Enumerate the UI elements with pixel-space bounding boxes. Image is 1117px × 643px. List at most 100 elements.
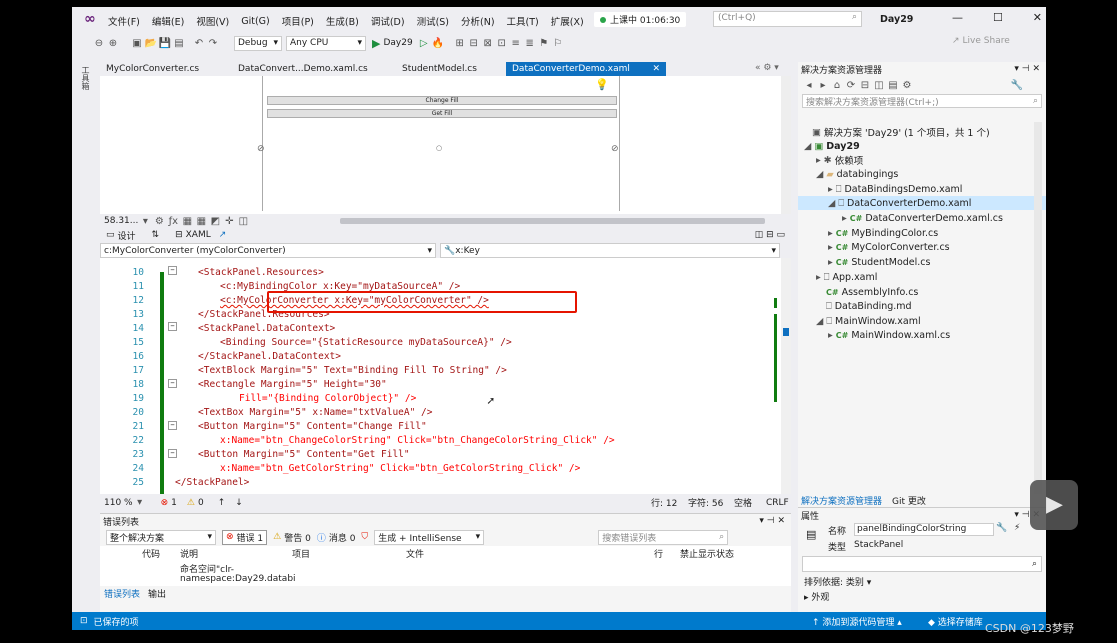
property-search-input[interactable]: ⌕ — [802, 556, 1042, 572]
maximize-icon[interactable]: ☐ — [993, 11, 1003, 24]
menu-test[interactable]: 测试(S) — [417, 14, 449, 28]
tree-item[interactable]: ▸ C# StudentModel.cs — [828, 255, 930, 269]
open-icon[interactable]: 📂 — [144, 36, 158, 50]
add-source-control-button[interactable]: ↑ 添加到源代码管理 ▴ — [812, 615, 902, 628]
bookmark-icon[interactable]: ⚐ — [551, 36, 565, 50]
popout-icon[interactable]: ↗ — [219, 230, 227, 240]
editor-zoom[interactable]: 110 % — [104, 498, 133, 508]
minimize-icon[interactable]: — — [952, 11, 963, 24]
collapse-icon[interactable]: − — [168, 449, 177, 458]
tab-dataconverter-cs[interactable]: DataConvert...Demo.xaml.cs — [232, 62, 396, 76]
tree-solution-root[interactable]: ▣ 解决方案 'Day29' (1 个项目，共 1 个) — [812, 125, 990, 140]
menu-project[interactable]: 项目(P) — [282, 14, 314, 28]
pending-icon[interactable]: ◫ — [872, 78, 886, 92]
back-icon[interactable]: ⊖ — [92, 36, 106, 50]
col-project[interactable]: 项目 — [292, 547, 310, 560]
solution-search-input[interactable]: 搜索解决方案资源管理器(Ctrl+;) ⌕ — [802, 94, 1042, 108]
tool-icon[interactable]: ≡ — [509, 36, 523, 50]
save-icon[interactable]: 💾 — [158, 36, 172, 50]
wrench-icon[interactable]: 🔧 — [996, 523, 1007, 533]
panel-controls-icon[interactable]: ▾ ⊣ ✕ — [1014, 64, 1040, 74]
search-input[interactable]: (Ctrl+Q) ⌕ — [713, 11, 862, 27]
tree-item-selected[interactable]: ◢ ⎕ DataConverterDemo.xaml — [798, 196, 1046, 210]
video-play-button[interactable]: ▶ — [1030, 480, 1078, 530]
toolbox-tab[interactable]: 工具箱 — [80, 66, 91, 90]
col-file[interactable]: 文件 — [406, 547, 424, 560]
menu-debug[interactable]: 调试(D) — [371, 14, 405, 28]
tab-mycolorconverter[interactable]: MyColorConverter.cs — [100, 62, 232, 76]
tab-dataconverterdemo-xaml[interactable]: DataConverterDemo.xaml ✕ — [506, 62, 666, 76]
tree-item[interactable]: ▸ ⎕ DataBindingsDemo.xaml — [828, 182, 962, 196]
table-row[interactable]: 命名空间"clr- namespace:Day29.databi — [100, 560, 791, 586]
sync-icon[interactable]: ⟳ — [844, 78, 858, 92]
col-line[interactable]: 行 — [654, 547, 663, 560]
designer-hscrollbar[interactable] — [340, 218, 765, 224]
snap-icon[interactable]: ◩ — [208, 214, 222, 228]
tree-item[interactable]: ▸ C# MyBindingColor.cs — [828, 226, 938, 240]
collapse-icon[interactable]: − — [168, 421, 177, 430]
collapse-icon[interactable]: − — [168, 266, 177, 275]
bookmark-icon[interactable]: ⚑ — [537, 36, 551, 50]
menu-git[interactable]: Git(G) — [241, 16, 270, 27]
close-icon[interactable]: ✕ — [1033, 11, 1042, 24]
tree-item[interactable]: C# AssemblyInfo.cs — [826, 285, 918, 299]
anchor-icon[interactable]: ○ — [436, 144, 442, 152]
save-all-icon[interactable]: ▤ — [172, 36, 186, 50]
hot-reload-icon[interactable]: 🔥 — [431, 36, 445, 50]
anchor-icon[interactable]: ⊘ — [611, 144, 619, 154]
grid-icon[interactable]: ▦ — [180, 214, 194, 228]
tree-item[interactable]: ▸ ⎕ App.xaml — [816, 270, 877, 284]
menu-edit[interactable]: 编辑(E) — [152, 14, 184, 28]
tool-icon[interactable]: ⊡ — [495, 36, 509, 50]
tab-git-changes[interactable]: Git 更改 — [892, 494, 926, 507]
tool-icon[interactable]: ⊞ — [453, 36, 467, 50]
redo-icon[interactable]: ↷ — [206, 36, 220, 50]
menu-analyze[interactable]: 分析(N) — [461, 14, 495, 28]
collapse-icon[interactable]: − — [168, 322, 177, 331]
collapse-all-icon[interactable]: ⊟ — [858, 78, 872, 92]
col-desc[interactable]: 说明 — [180, 547, 198, 560]
tool-icon[interactable]: ⊟ — [467, 36, 481, 50]
solution-scrollbar[interactable] — [1034, 122, 1042, 494]
warning-icon[interactable]: ⚠ — [187, 498, 195, 508]
lightning-icon[interactable]: ⚡ — [1014, 523, 1020, 533]
config-select[interactable]: Debug ▾ — [234, 35, 282, 51]
scope-select[interactable]: 整个解决方案 ▾ — [106, 529, 216, 545]
error-icon[interactable]: ⊗ — [161, 498, 169, 508]
tree-item[interactable]: ⎕ DataBinding.md — [826, 299, 912, 313]
menu-file[interactable]: 文件(F) — [108, 14, 140, 28]
tree-item[interactable]: ▸ C# MainWindow.xaml.cs — [828, 328, 950, 342]
code-vscrollbar[interactable] — [781, 258, 791, 494]
member-dropdown[interactable]: 🔧 x:Key ▾ — [440, 243, 780, 258]
menu-view[interactable]: 视图(V) — [196, 14, 229, 28]
build-select[interactable]: 生成 + IntelliSense ▾ — [374, 529, 485, 545]
type-dropdown[interactable]: c:MyColorConverter (myColorConverter) ▾ — [100, 243, 436, 258]
lightbulb-icon[interactable]: 💡 — [595, 78, 609, 91]
errors-filter[interactable]: ⊗ 错误 1 — [222, 529, 268, 545]
anchor-icon[interactable]: ⊘ — [257, 144, 265, 154]
col-suppress[interactable]: 禁止显示状态 — [680, 547, 734, 560]
menu-build[interactable]: 生成(B) — [326, 14, 359, 28]
snap-icon[interactable]: ✛ — [222, 214, 236, 228]
grid-icon[interactable]: ▦ — [194, 214, 208, 228]
home-icon[interactable]: ⌂ — [830, 78, 844, 92]
xaml-tab[interactable]: ⊟ XAML — [175, 230, 211, 240]
select-repo-button[interactable]: ◆ 选择存储库 — [928, 615, 983, 628]
undo-icon[interactable]: ↶ — [192, 36, 206, 50]
tab-solution-explorer[interactable]: 解决方案资源管理器 — [801, 494, 882, 507]
designer-button-get[interactable]: Get Fill — [267, 109, 617, 118]
wrench-icon[interactable]: 🔧 — [1010, 78, 1024, 92]
fx-icon[interactable]: ƒx — [166, 214, 180, 228]
forward-icon[interactable]: ▸ — [816, 78, 830, 92]
scroll-thumb[interactable] — [783, 328, 789, 336]
menu-extensions[interactable]: 扩展(X) — [551, 14, 584, 28]
nav-up-icon[interactable]: ↑ — [218, 498, 226, 508]
name-field[interactable]: panelBindingColorString — [854, 523, 994, 536]
designer-scrollbar[interactable] — [781, 76, 791, 214]
nav-down-icon[interactable]: ↓ — [235, 498, 243, 508]
chevron-down-icon[interactable]: ▾ — [133, 496, 147, 510]
code-editor[interactable]: − − − − − 10 <StackPanel.Resources> 11 <… — [100, 258, 791, 494]
split-layout-icon[interactable]: ◫ ⊟ ▭ — [755, 230, 785, 240]
new-project-icon[interactable]: ▣ — [130, 36, 144, 50]
filter-icon[interactable]: ⚙ — [900, 78, 914, 92]
